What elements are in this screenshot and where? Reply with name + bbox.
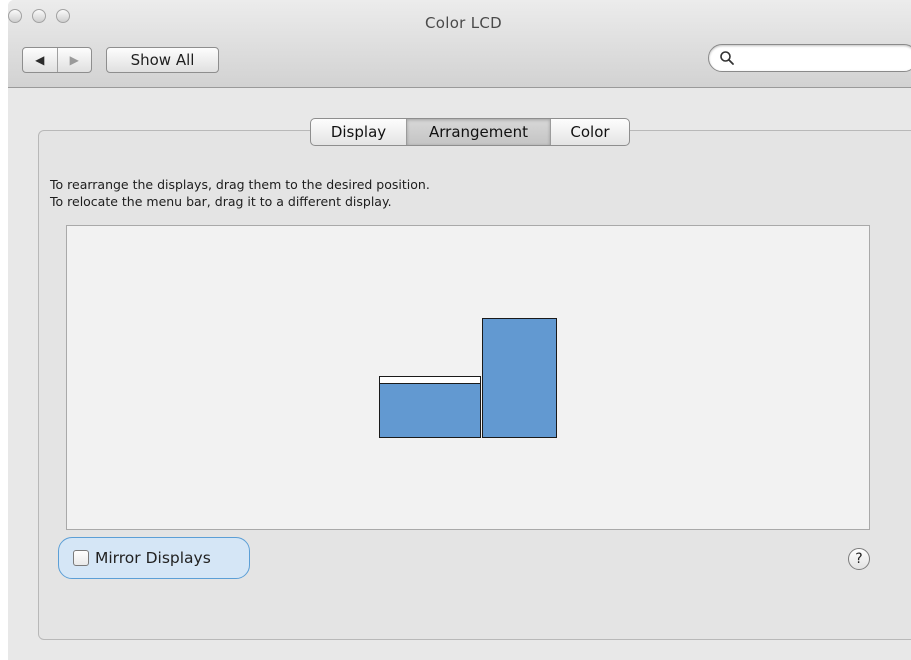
display-secondary[interactable] bbox=[482, 318, 557, 438]
instructions-line-2: To relocate the menu bar, drag it to a d… bbox=[50, 194, 392, 209]
preferences-window: Color LCD ◀ ▶ Show All Display Arrangeme… bbox=[8, 0, 911, 660]
forward-arrow-icon: ▶ bbox=[69, 53, 79, 67]
back-button[interactable]: ◀ bbox=[23, 48, 58, 72]
show-all-button[interactable]: Show All bbox=[106, 47, 219, 73]
help-button[interactable]: ? bbox=[848, 548, 870, 570]
tab-arrangement[interactable]: Arrangement bbox=[407, 119, 551, 145]
search-input[interactable] bbox=[739, 49, 899, 67]
search-icon bbox=[720, 51, 734, 65]
mirror-displays-checkbox[interactable] bbox=[73, 550, 89, 566]
forward-button[interactable]: ▶ bbox=[58, 48, 92, 72]
title-bar: Color LCD ◀ ▶ Show All bbox=[8, 0, 911, 88]
mirror-displays-option[interactable]: Mirror Displays bbox=[58, 537, 250, 579]
tab-display[interactable]: Display bbox=[311, 119, 407, 145]
tab-bar: Display Arrangement Color bbox=[310, 118, 630, 146]
search-field[interactable] bbox=[708, 44, 911, 72]
tab-color[interactable]: Color bbox=[551, 119, 629, 145]
mirror-displays-label: Mirror Displays bbox=[95, 549, 211, 567]
back-arrow-icon: ◀ bbox=[35, 53, 45, 67]
menu-bar-handle[interactable] bbox=[379, 376, 481, 384]
instructions-text: To rearrange the displays, drag them to … bbox=[50, 176, 430, 210]
display-main[interactable] bbox=[379, 376, 481, 438]
help-icon: ? bbox=[855, 551, 863, 567]
window-title: Color LCD bbox=[424, 14, 502, 32]
instructions-line-1: To rearrange the displays, drag them to … bbox=[50, 177, 430, 192]
display-arrangement-area bbox=[66, 225, 870, 530]
navigation-segment: ◀ ▶ bbox=[22, 47, 92, 73]
